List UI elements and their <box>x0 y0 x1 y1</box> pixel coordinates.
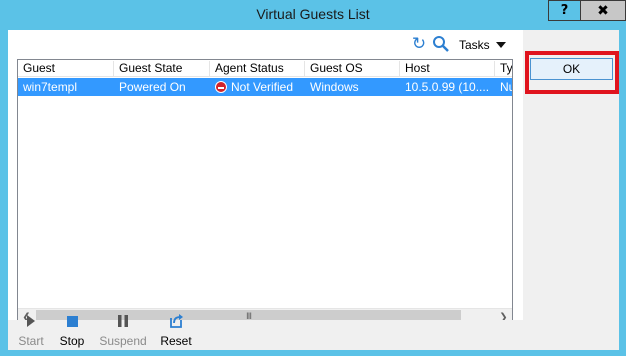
agent-status-text: Not Verified <box>231 80 294 94</box>
title-bar[interactable]: Virtual Guests List ? ✖ <box>0 0 626 30</box>
dialog-client: ↻ Tasks Guest Guest State Agent Status G… <box>8 30 619 350</box>
ok-button[interactable]: OK <box>530 58 613 80</box>
cell-agent-status: Not Verified <box>210 80 305 94</box>
column-guest[interactable]: Guest <box>18 61 114 77</box>
suspend-button[interactable]: Suspend <box>98 312 148 348</box>
column-type[interactable]: Typ <box>495 61 512 77</box>
column-guest-os[interactable]: Guest OS <box>305 61 400 77</box>
refresh-icon[interactable]: ↻ <box>410 35 428 53</box>
reset-icon <box>151 312 201 330</box>
dialog-window: Virtual Guests List ? ✖ ↻ Tasks Guest Gu… <box>0 0 626 356</box>
stop-icon <box>47 312 97 330</box>
tasks-label: Tasks <box>459 38 490 52</box>
reset-button[interactable]: Reset <box>151 312 201 348</box>
reset-label: Reset <box>160 334 192 348</box>
not-verified-icon <box>215 81 227 93</box>
guests-table[interactable]: Guest Guest State Agent Status Guest OS … <box>17 59 513 326</box>
column-guest-state[interactable]: Guest State <box>114 61 210 77</box>
table-row[interactable]: win7templ Powered On Not Verified Window… <box>18 78 512 96</box>
cell-guest-state: Powered On <box>119 80 186 94</box>
cell-guest: win7templ <box>23 80 78 94</box>
help-button[interactable]: ? <box>548 0 581 21</box>
close-button[interactable]: ✖ <box>580 0 626 21</box>
window-title: Virtual Guests List <box>256 6 370 22</box>
stop-label: Stop <box>59 334 85 348</box>
cell-type: Nu <box>500 80 512 94</box>
search-icon[interactable] <box>432 35 450 53</box>
stop-button[interactable]: Stop <box>47 312 97 348</box>
column-agent-status[interactable]: Agent Status <box>210 61 305 77</box>
cell-host: 10.5.0.99 (10.... <box>405 80 490 94</box>
suspend-label: Suspend <box>99 334 147 348</box>
column-host[interactable]: Host <box>400 61 495 77</box>
tasks-dropdown[interactable]: Tasks <box>454 35 514 55</box>
cell-guest-os: Windows <box>310 80 359 94</box>
list-panel: ↻ Tasks Guest Guest State Agent Status G… <box>8 30 523 326</box>
chevron-down-icon <box>495 42 506 48</box>
table-header: Guest Guest State Agent Status Guest OS … <box>18 60 512 77</box>
pause-icon <box>98 312 148 330</box>
